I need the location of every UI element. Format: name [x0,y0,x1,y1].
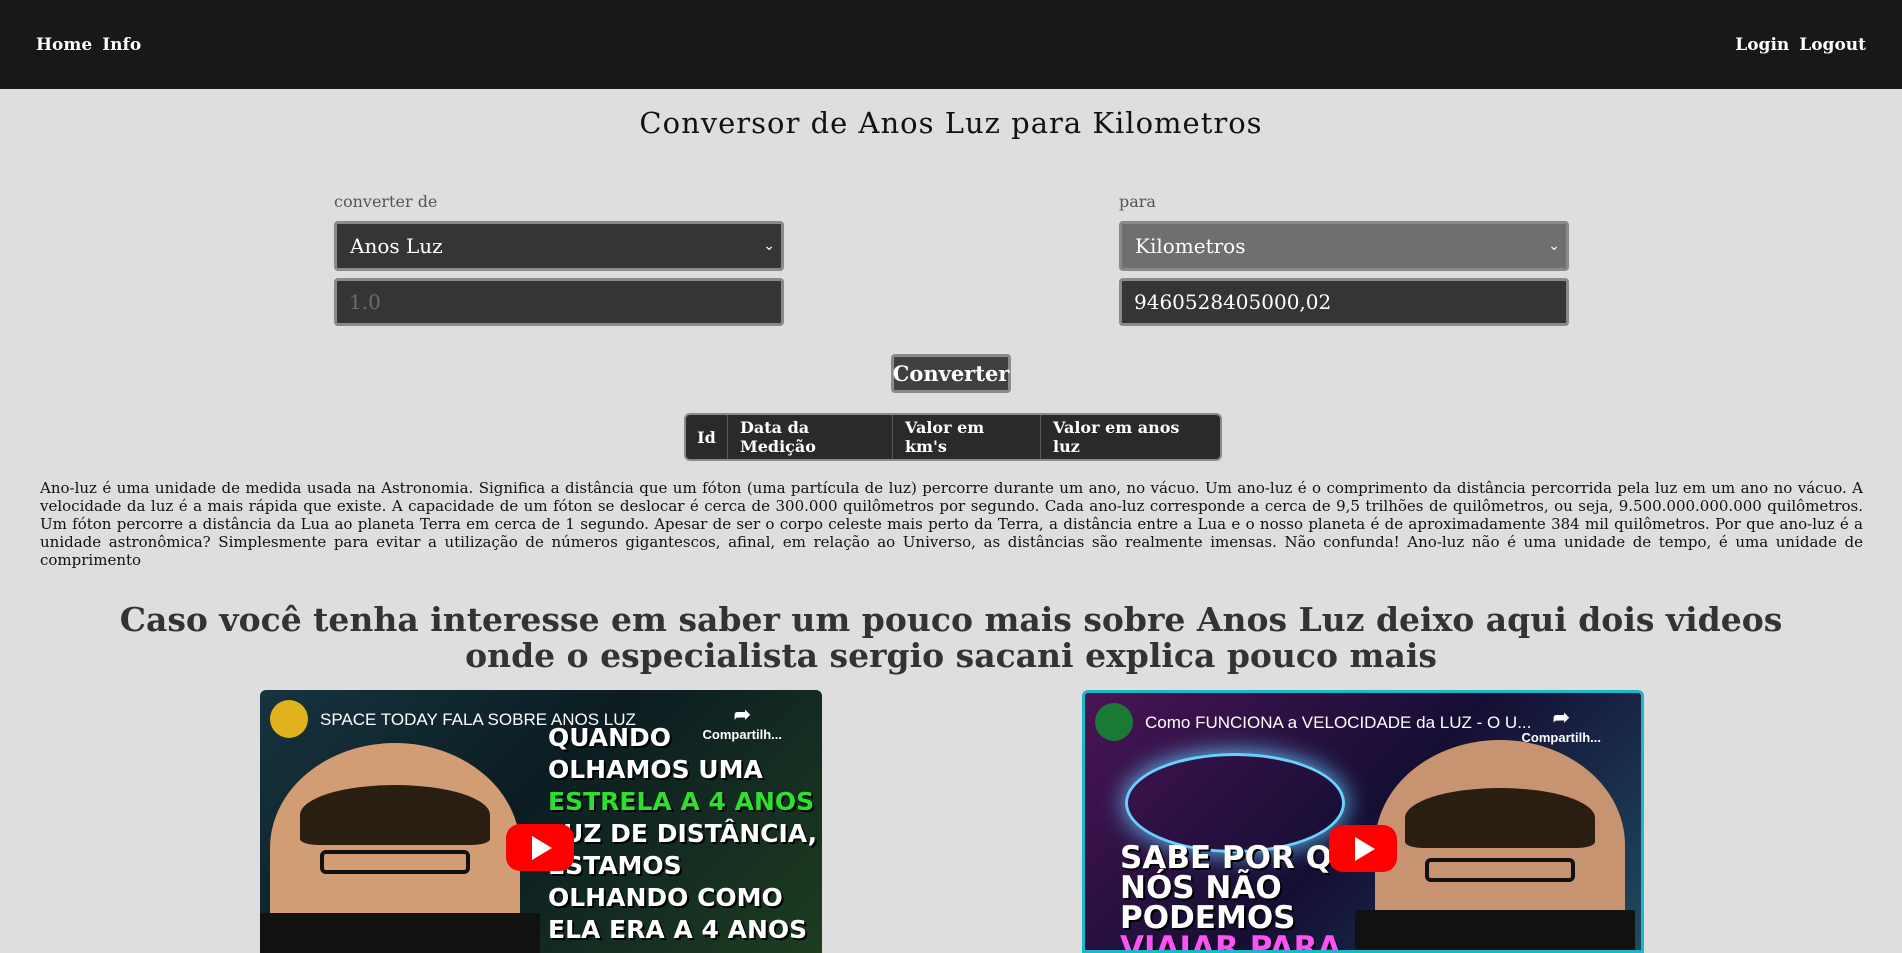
shirt-graphic [1355,910,1635,950]
video-2-title[interactable]: Como FUNCIONA a VELOCIDADE da LUZ - O U.… [1145,713,1531,733]
nav-login-link[interactable]: Login [1735,35,1789,55]
nav-right: Login Logout [1735,35,1866,55]
videos-heading: Caso você tenha interesse em saber um po… [119,600,1783,675]
page-title: Conversor de Anos Luz para Kilometros [639,106,1263,140]
glasses-graphic [1425,858,1575,882]
video-1-thumbnail-text: QUANDO OLHAMOS UMA ESTRELA A 4 ANOS LUZ … [548,723,818,944]
video-embed-2[interactable]: SABE POR Q NÓS NÃO PODEMOS VIAJAR PARA C… [1082,690,1644,953]
lightyear-description: Ano-luz é uma unidade de medida usada na… [40,479,1863,569]
to-unit-select[interactable]: Kilometros ⌄ [1119,221,1569,271]
share-icon: ➦ [1552,707,1570,729]
hair-graphic [300,785,490,845]
nav-left: Home Info [36,35,141,55]
from-unit-select[interactable]: Anos Luz ⌄ [334,221,784,271]
nav-logout-link[interactable]: Logout [1799,35,1866,55]
hair-graphic [1405,788,1595,848]
to-label: para [1119,192,1156,211]
share-label: Compartilh... [702,727,782,742]
video-2-play-button[interactable] [1329,825,1397,872]
channel-avatar[interactable] [1095,703,1133,741]
channel-avatar[interactable] [270,700,308,738]
glasses-graphic [320,850,470,874]
play-icon [532,835,552,860]
column-header-id: Id [686,415,728,459]
top-navbar: Home Info Login Logout [0,0,1902,89]
to-unit-value: Kilometros [1135,234,1246,258]
share-label: Compartilh... [1521,730,1601,745]
video-1-share-button[interactable]: ➦ Compartilh... [703,702,782,742]
video-1-title[interactable]: SPACE TODAY FALA SOBRE ANOS LUZ [320,710,636,730]
shirt-graphic [260,913,540,953]
nav-info-link[interactable]: Info [102,35,141,55]
light-tunnel-graphic [1125,753,1345,853]
history-table-header: Id Data da Medição Valor em km's Valor e… [684,413,1222,461]
video-embed-1[interactable]: QUANDO OLHAMOS UMA ESTRELA A 4 ANOS LUZ … [260,690,822,953]
column-header-date: Data da Medição [728,415,893,459]
share-icon: ➦ [733,704,751,726]
nav-home-link[interactable]: Home [36,35,92,55]
column-header-lightyears: Valor em anos luz [1053,418,1180,456]
chevron-down-icon: ⌄ [763,238,775,254]
chevron-down-icon: ⌄ [1548,238,1560,254]
play-icon [1355,836,1375,861]
convert-button[interactable]: Converter [891,354,1011,393]
from-label: converter de [334,192,438,211]
result-output[interactable]: 9460528405000,02 [1119,278,1569,326]
from-unit-value: Anos Luz [350,234,443,258]
video-2-share-button[interactable]: ➦ Compartilh... [1522,705,1601,745]
column-header-km: Valor em km's [893,415,1041,459]
value-input[interactable]: 1.0 [334,278,784,326]
video-1-play-button[interactable] [506,824,574,871]
